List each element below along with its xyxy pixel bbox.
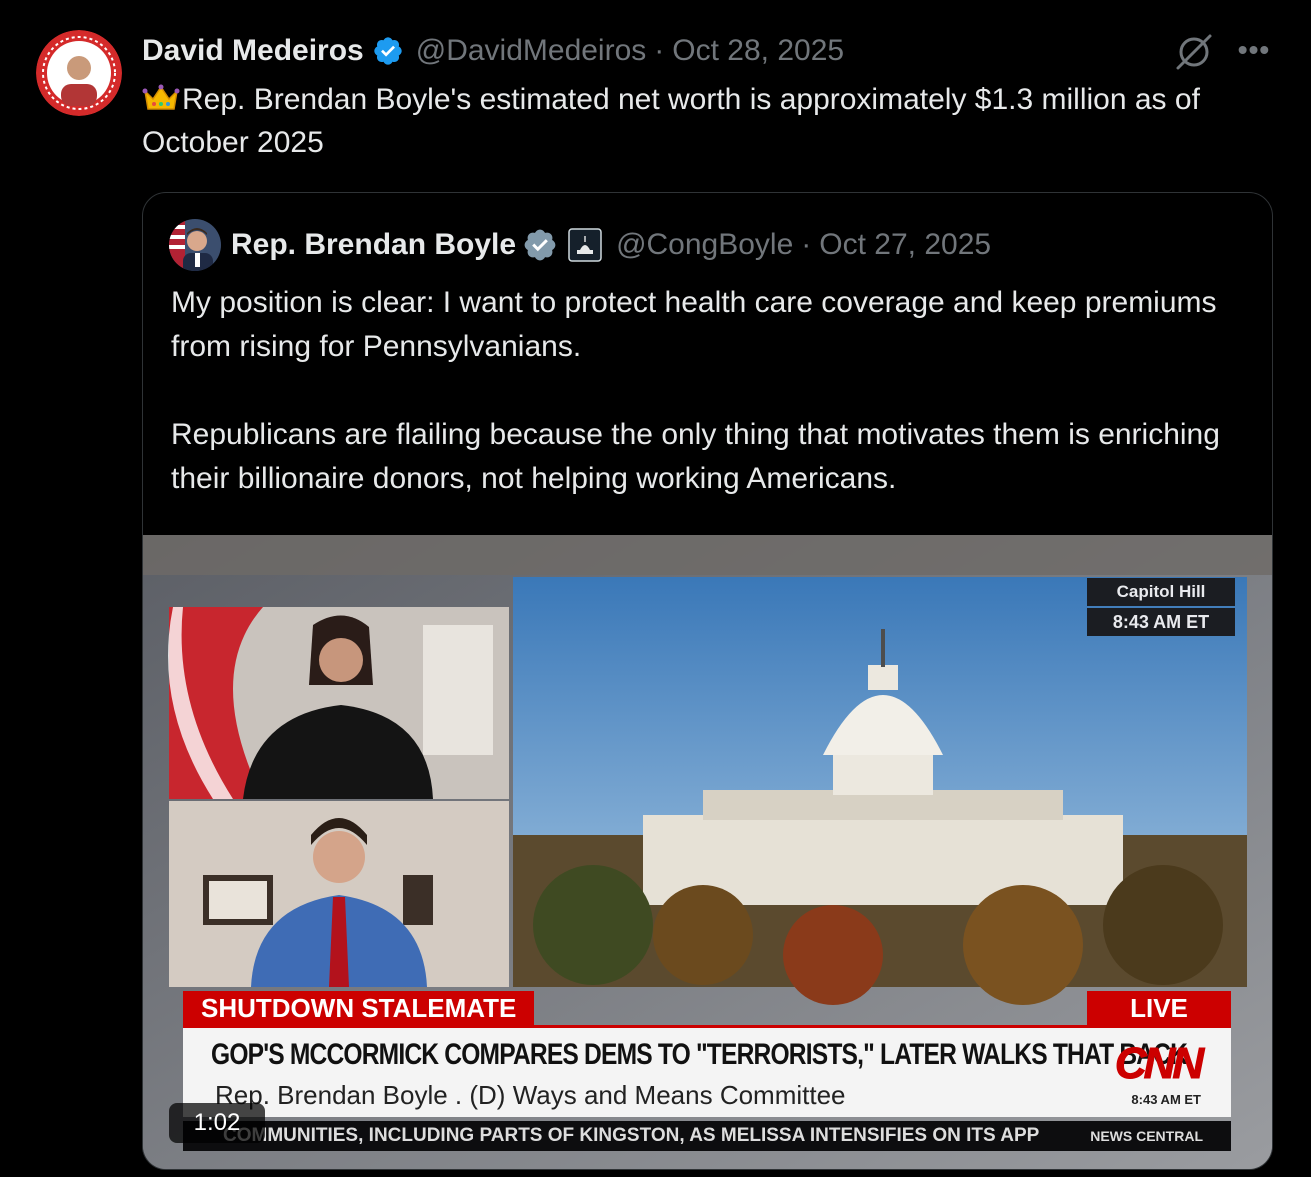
tweet-date[interactable]: Oct 28, 2025 xyxy=(672,34,844,68)
grok-icon[interactable] xyxy=(1172,32,1216,72)
author-handle[interactable]: @DavidMedeiros xyxy=(416,34,647,68)
ticker-text: COMMUNITIES, INCLUDING PARTS OF KINGSTON… xyxy=(223,1125,1040,1146)
verified-badge-icon xyxy=(374,37,402,65)
quoted-paragraph-2: Republicans are flailing because the onl… xyxy=(171,418,1220,495)
author-avatar[interactable] xyxy=(36,30,122,116)
quoted-tweet-header: Rep. Brendan Boyle @CongBoyle · Oct 27, … xyxy=(231,225,991,265)
quoted-author-name[interactable]: Rep. Brendan Boyle xyxy=(231,228,516,262)
author-name[interactable]: David Medeiros xyxy=(142,34,364,68)
news-headline: GOP'S MCCORMICK COMPARES DEMS TO "TERROR… xyxy=(211,1038,1188,1071)
logo-time: 8:43 AM ET xyxy=(1131,1092,1201,1107)
svg-text:CNN: CNN xyxy=(1115,1040,1206,1084)
cnn-logo-icon: CNN xyxy=(1114,1040,1209,1084)
news-ticker: COMMUNITIES, INCLUDING PARTS OF KINGSTON… xyxy=(183,1121,1231,1151)
us-capitol-icon xyxy=(568,228,602,262)
news-lower-third: SHUTDOWN STALEMATE LIVE GOP'S MCCORMICK … xyxy=(183,991,1231,1117)
tweet-text: Rep. Brendan Boyle's estimated net worth… xyxy=(142,83,1200,159)
quoted-author-handle[interactable]: @CongBoyle xyxy=(616,228,793,262)
quoted-author-avatar[interactable] xyxy=(169,219,221,271)
location-tag: Capitol Hill 8:43 AM ET xyxy=(1087,578,1235,636)
video-player[interactable]: Capitol Hill 8:43 AM ET SHUTDOWN STALEMA… xyxy=(143,535,1272,1169)
meta-separator: · xyxy=(801,228,812,261)
tweet-body: Rep. Brendan Boyle's estimated net worth… xyxy=(142,78,1262,164)
ticker-brand: NEWS CENTRAL xyxy=(1090,1128,1203,1144)
quoted-tweet[interactable]: Rep. Brendan Boyle @CongBoyle · Oct 27, … xyxy=(142,192,1273,1170)
quoted-paragraph-1: My position is clear: I want to protect … xyxy=(171,286,1217,363)
live-badge: LIVE xyxy=(1087,991,1231,1025)
tweet-header: David Medeiros @DavidMedeiros · Oct 28, … xyxy=(142,30,844,72)
location-label: Capitol Hill xyxy=(1087,578,1235,606)
banner-label: SHUTDOWN STALEMATE xyxy=(183,991,535,1025)
quoted-tweet-body: My position is clear: I want to protect … xyxy=(171,281,1251,501)
news-subline: Rep. Brendan Boyle . (D) Ways and Means … xyxy=(215,1080,846,1110)
verified-badge-icon xyxy=(524,229,556,261)
meta-separator: · xyxy=(654,34,665,67)
time-label: 8:43 AM ET xyxy=(1087,608,1235,636)
crown-emoji-icon xyxy=(142,84,180,110)
more-options-icon[interactable]: ••• xyxy=(1232,30,1276,74)
quoted-tweet-date: Oct 27, 2025 xyxy=(819,228,992,261)
video-duration: 1:02 xyxy=(169,1103,265,1143)
